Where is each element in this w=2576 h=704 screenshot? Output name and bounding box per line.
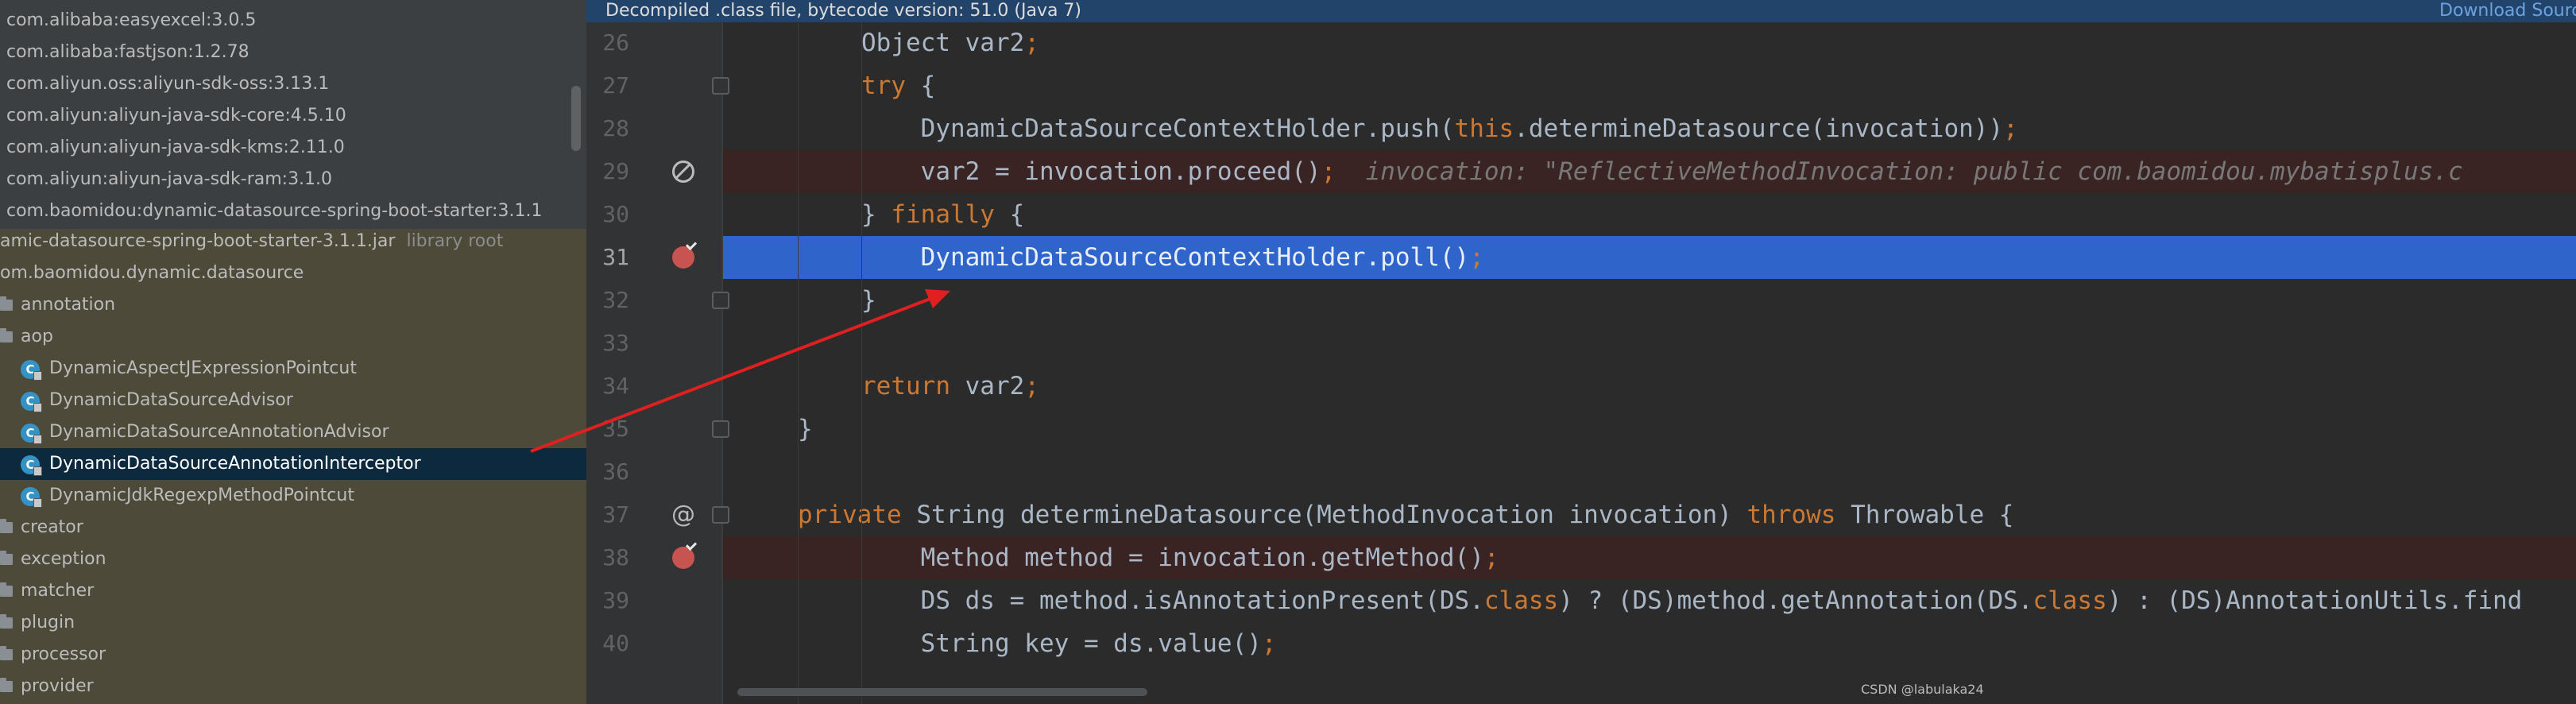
annotation-arrow-layer [530, 289, 950, 453]
annotation-arrow-line [530, 296, 935, 453]
